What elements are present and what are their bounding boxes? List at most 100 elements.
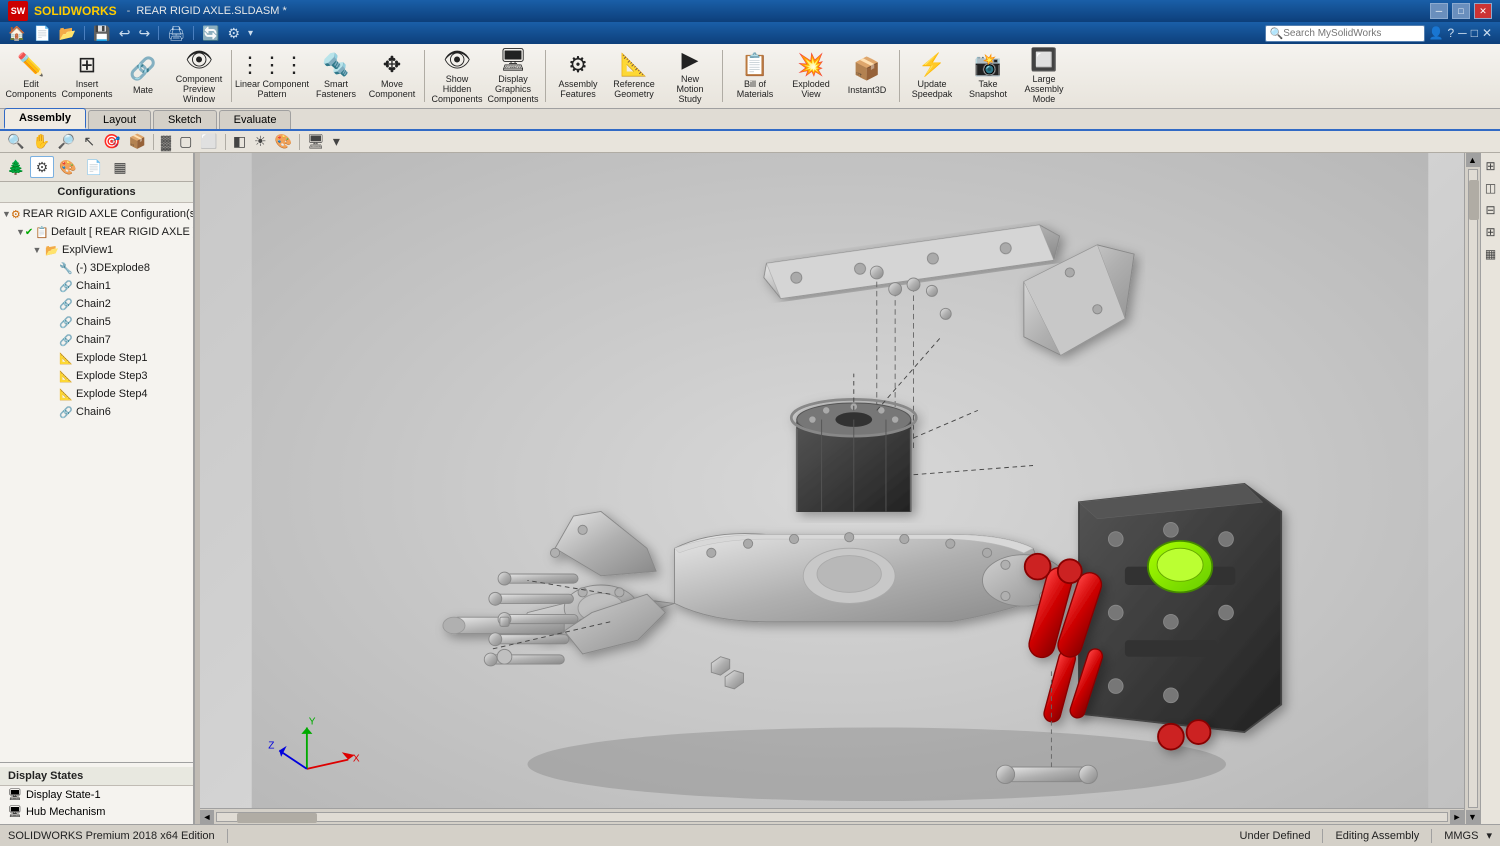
qa-dropdown[interactable]: ▾: [246, 27, 255, 40]
view-ambient-icon[interactable]: ☀: [251, 132, 270, 151]
scroll-thumb-v[interactable]: [1469, 180, 1479, 220]
status-bar: SOLIDWORKS Premium 2018 x64 Edition Unde…: [0, 824, 1500, 846]
minimize-button[interactable]: ─: [1430, 3, 1448, 19]
tree-item-chain5[interactable]: 🔗 Chain5: [0, 313, 193, 331]
scroll-left[interactable]: ◄: [200, 810, 214, 824]
view-edges-icon[interactable]: ⬜: [197, 132, 220, 151]
view-zoom-icon[interactable]: 🔎: [55, 132, 78, 151]
tree-item-chain1[interactable]: 🔗 Chain1: [0, 277, 193, 295]
assembly-features-button[interactable]: ⚙ Assembly Features: [551, 49, 605, 103]
qa-redo[interactable]: ↪: [136, 24, 152, 43]
move-component-button[interactable]: ✥ Move Component: [365, 49, 419, 103]
right-panel-btn4[interactable]: ⊞: [1482, 223, 1500, 241]
right-panel-btn3[interactable]: ⊟: [1482, 201, 1500, 219]
take-snapshot-button[interactable]: 📸 Take Snapshot: [961, 49, 1015, 103]
restore-icon[interactable]: □: [1471, 26, 1478, 40]
exploded-view-button[interactable]: 💥 Exploded View: [784, 49, 838, 103]
tree-item-chain2[interactable]: 🔗 Chain2: [0, 295, 193, 313]
view-pan-icon[interactable]: ✋: [29, 132, 52, 151]
qa-undo[interactable]: ↩: [117, 24, 133, 43]
expand-explview1[interactable]: ▼: [30, 245, 44, 255]
qa-print[interactable]: 🖨: [165, 24, 187, 43]
qa-home[interactable]: 🏠: [6, 24, 27, 43]
status-units-dropdown[interactable]: ▾: [1486, 829, 1492, 842]
scroll-up[interactable]: ▲: [1466, 153, 1480, 167]
search-box[interactable]: 🔍: [1265, 25, 1425, 42]
tab-assembly[interactable]: Assembly: [4, 108, 86, 129]
sidebar-display-tab[interactable]: 🎨: [56, 156, 80, 178]
view-rotate-icon[interactable]: 🔍: [4, 132, 27, 151]
expand-root[interactable]: ▼: [2, 209, 11, 219]
horizontal-scrollbar[interactable]: ◄ ►: [200, 808, 1464, 824]
mate-button[interactable]: 🔗 Mate: [116, 49, 170, 103]
tree-item-chain7[interactable]: 🔗 Chain7: [0, 331, 193, 349]
update-speedpak-button[interactable]: ⚡ Update Speedpak: [905, 49, 959, 103]
tree-item-explview1[interactable]: ▼ 📂 ExplView1: [0, 241, 193, 259]
search-input[interactable]: [1283, 28, 1403, 39]
sidebar-layers-tab[interactable]: 📄: [82, 156, 106, 178]
view-colorscheme-icon[interactable]: 🎨: [272, 132, 295, 151]
view-wireframe-icon[interactable]: ▢: [176, 132, 195, 151]
show-hidden-button[interactable]: 👁 Show Hidden Components: [430, 45, 484, 107]
display-state-hub[interactable]: 🖥 Hub Mechanism: [0, 803, 193, 820]
view-box-icon[interactable]: 📦: [125, 132, 148, 151]
scroll-track-h[interactable]: [216, 812, 1448, 822]
minimize-icon[interactable]: ─: [1458, 26, 1467, 40]
tree-item-root[interactable]: ▼ ⚙ REAR RIGID AXLE Configuration(s): [0, 205, 193, 223]
qa-new[interactable]: 📄: [31, 24, 52, 43]
right-panel-btn2[interactable]: ◫: [1482, 179, 1500, 197]
tree-item-chain6[interactable]: 🔗 Chain6: [0, 403, 193, 421]
component-preview-button[interactable]: 👁 Component Preview Window: [172, 45, 226, 107]
sidebar-title: Configurations: [0, 182, 193, 203]
qa-save[interactable]: 💾: [91, 24, 112, 43]
close-icon[interactable]: ✕: [1482, 26, 1492, 40]
scroll-down[interactable]: ▼: [1466, 810, 1480, 824]
user-icon[interactable]: 👤: [1429, 26, 1444, 40]
sidebar-tree-tab[interactable]: 🌲: [4, 156, 28, 178]
vertical-scrollbar[interactable]: ▲ ▼: [1464, 153, 1480, 824]
tree-item-default[interactable]: ▼ ✔ 📋 Default [ REAR RIGID AXLE ]: [0, 223, 193, 241]
restore-button[interactable]: □: [1452, 3, 1470, 19]
tab-evaluate[interactable]: Evaluate: [219, 110, 292, 129]
tree-item-explode-step1[interactable]: 📐 Explode Step1: [0, 349, 193, 367]
close-button[interactable]: ✕: [1474, 3, 1492, 19]
help-icon[interactable]: ?: [1447, 26, 1454, 40]
view-shaded-icon[interactable]: ▓: [158, 133, 174, 151]
right-panel-btn1[interactable]: ⊞: [1482, 157, 1500, 175]
scroll-track-v[interactable]: [1468, 169, 1478, 808]
bill-of-materials-button[interactable]: 📋 Bill of Materials: [728, 49, 782, 103]
view-section-icon[interactable]: ◧: [230, 132, 249, 151]
sidebar-config-tab[interactable]: ⚙: [30, 156, 54, 178]
right-panel-btn5[interactable]: ▦: [1482, 245, 1500, 263]
reference-geometry-button[interactable]: 📐 Reference Geometry: [607, 49, 661, 103]
new-motion-study-button[interactable]: ▶ New Motion Study: [663, 45, 717, 107]
smart-fasteners-button[interactable]: 🔩 Smart Fasteners: [309, 49, 363, 103]
display-state-1[interactable]: 🖥 Display State-1: [0, 786, 193, 803]
view-display-icon[interactable]: 🖥: [304, 132, 328, 151]
display-graphics-button[interactable]: 🖥 Display Graphics Components: [486, 45, 540, 107]
large-assembly-mode-button[interactable]: 🔲 Large Assembly Mode: [1017, 45, 1071, 107]
pattern-icon: ⋮⋮⋮: [239, 52, 305, 78]
edit-components-button[interactable]: ✏️ Edit Components: [4, 49, 58, 103]
qa-rebuild[interactable]: 🔄: [200, 24, 221, 43]
expand-default[interactable]: ▼: [16, 227, 25, 237]
viewport[interactable]: X Y Z ▲ ▼ ◄ ►: [200, 153, 1480, 824]
tree-item-3dexplode8[interactable]: 🔧 (-) 3DExplode8: [0, 259, 193, 277]
sidebar-more-tab[interactable]: ▦: [108, 156, 132, 178]
display-states-title: Display States: [0, 767, 193, 786]
scroll-thumb-h[interactable]: [237, 813, 317, 823]
insert-components-button[interactable]: ⊞ Insert Components: [60, 49, 114, 103]
tree-item-explode-step3[interactable]: 📐 Explode Step3: [0, 367, 193, 385]
view-more-icon[interactable]: ▾: [330, 132, 343, 151]
display-states-section: Display States 🖥 Display State-1 🖥 Hub M…: [0, 762, 193, 824]
tree-item-explode-step4[interactable]: 📐 Explode Step4: [0, 385, 193, 403]
tab-layout[interactable]: Layout: [88, 110, 151, 129]
qa-options[interactable]: ⚙: [225, 24, 242, 43]
tab-sketch[interactable]: Sketch: [153, 110, 217, 129]
linear-pattern-button[interactable]: ⋮⋮⋮ Linear Component Pattern: [237, 49, 307, 103]
view-select-icon[interactable]: ↖: [80, 132, 98, 151]
instant3d-button[interactable]: 📦 Instant3D: [840, 49, 894, 103]
scroll-right[interactable]: ►: [1450, 810, 1464, 824]
view-3d-icon[interactable]: 🎯: [100, 132, 123, 151]
qa-open[interactable]: 📂: [57, 24, 78, 43]
